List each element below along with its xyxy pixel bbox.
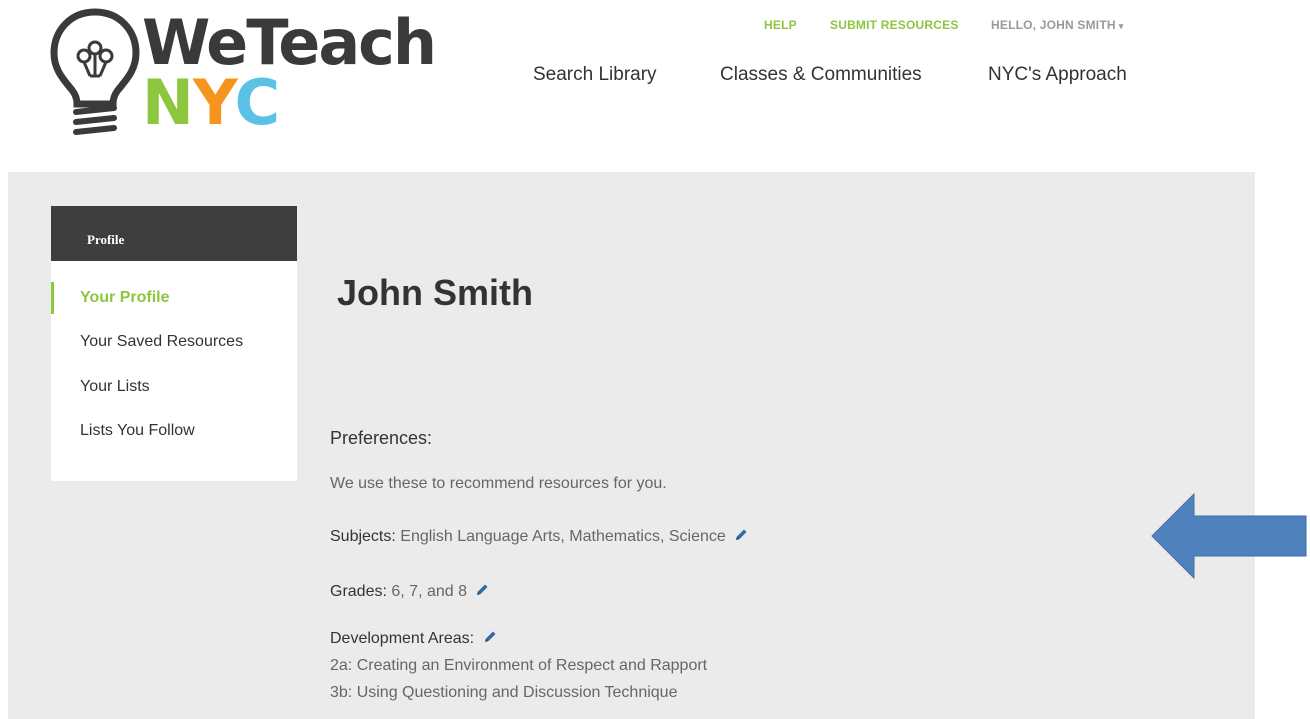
page-title: John Smith: [337, 272, 533, 313]
grades-value: 6, 7, and 8: [391, 583, 467, 600]
subjects-row: Subjects: English Language Arts, Mathema…: [330, 528, 748, 546]
grades-label: Grades:: [330, 583, 387, 600]
development-areas-label: Development Areas:: [330, 630, 475, 647]
development-area-item: 2a: Creating an Environment of Respect a…: [330, 657, 708, 674]
user-menu[interactable]: HELLO, JOHN SMITH ▾: [991, 18, 1123, 32]
nav-classes-communities[interactable]: Classes & Communities: [720, 64, 922, 86]
pencil-icon[interactable]: [483, 630, 497, 644]
user-greeting: HELLO, JOHN SMITH: [991, 18, 1116, 32]
subjects-label: Subjects:: [330, 528, 396, 545]
chevron-down-icon: ▾: [1118, 21, 1124, 31]
sidebar-item-lists-you-follow[interactable]: Lists You Follow: [80, 422, 195, 440]
sidebar-item-your-profile[interactable]: Your Profile: [80, 289, 170, 307]
help-link[interactable]: HELP: [764, 18, 797, 32]
profile-content: Profile Your Profile Your Saved Resource…: [8, 172, 1255, 719]
profile-sidebar: Profile Your Profile Your Saved Resource…: [51, 206, 297, 481]
sidebar-item-saved-resources[interactable]: Your Saved Resources: [80, 333, 243, 351]
sidebar-heading: Profile: [51, 206, 297, 261]
nav-search-library[interactable]: Search Library: [533, 64, 657, 86]
lightbulb-icon: [50, 8, 140, 135]
arrow-left-icon: [1151, 492, 1307, 580]
sidebar-item-your-lists[interactable]: Your Lists: [80, 378, 150, 396]
site-header: WeTeach NYC HELP SUBMIT RESOURCES HELLO,…: [0, 0, 1310, 172]
pencil-icon[interactable]: [734, 528, 748, 542]
submit-resources-link[interactable]: SUBMIT RESOURCES: [830, 18, 959, 32]
subjects-value: English Language Arts, Mathematics, Scie…: [400, 528, 726, 545]
logo-wordmark-nyc: NYC: [142, 66, 280, 139]
development-areas-row: Development Areas:: [330, 630, 497, 648]
nav-nyc-approach[interactable]: NYC's Approach: [988, 64, 1127, 86]
weteach-nyc-logo[interactable]: WeTeach NYC: [48, 6, 437, 146]
pencil-icon[interactable]: [475, 583, 489, 597]
development-area-item: 3b: Using Questioning and Discussion Tec…: [330, 684, 678, 701]
preferences-heading: Preferences:: [330, 428, 433, 448]
grades-row: Grades: 6, 7, and 8: [330, 583, 489, 601]
active-indicator: [51, 282, 54, 314]
preferences-description: We use these to recommend resources for …: [330, 475, 667, 492]
